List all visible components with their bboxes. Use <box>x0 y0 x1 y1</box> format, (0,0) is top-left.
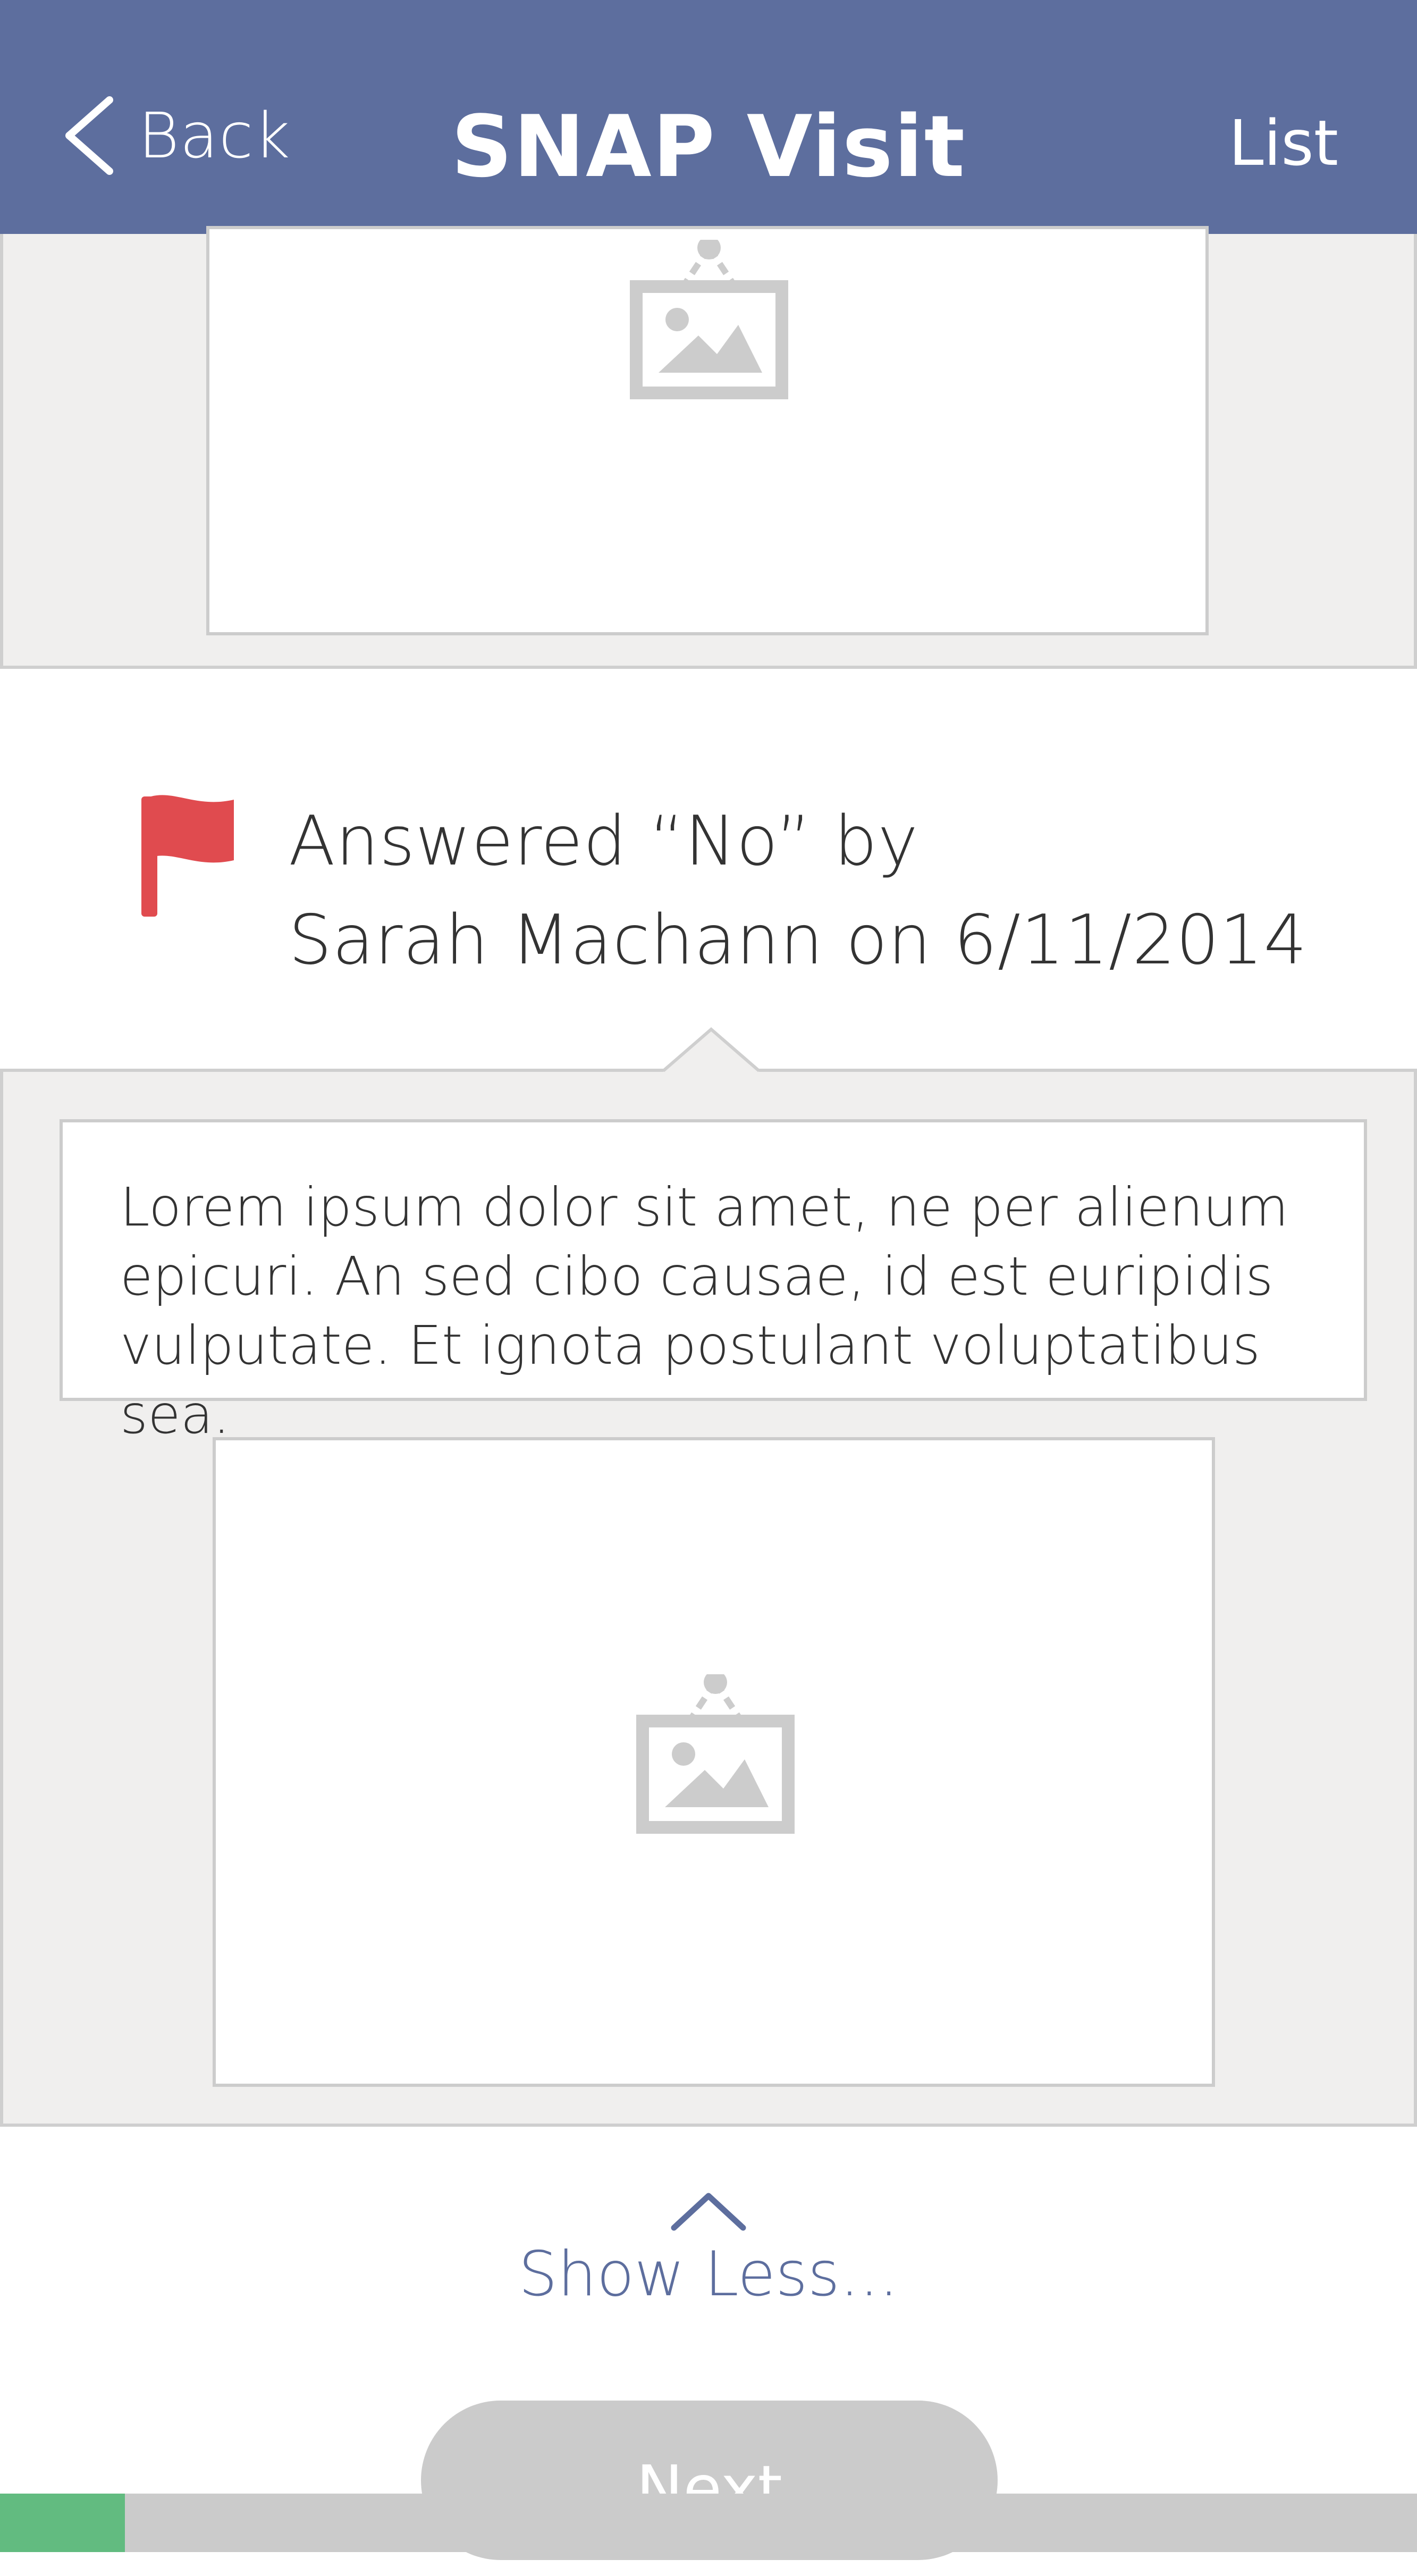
card-pointer <box>663 1027 759 1072</box>
photo-placeholder-top[interactable] <box>206 226 1209 635</box>
image-placeholder-icon <box>630 240 788 399</box>
page-title: SNAP Visit <box>451 97 966 196</box>
answer-text: Answered “No” by Sarah Machann on 6/11/2… <box>289 792 1308 990</box>
answer-line-2: Sarah Machann on 6/11/2014 <box>289 901 1308 980</box>
show-less-button[interactable]: Show Less... <box>0 2191 1417 2310</box>
list-button[interactable]: List <box>1229 106 1338 180</box>
answer-status: Answered “No” by Sarah Machann on 6/11/2… <box>138 792 1361 980</box>
progress-fill <box>0 2494 125 2552</box>
answer-line-1: Answered “No” by <box>289 802 919 881</box>
comment-text: Lorem ipsum dolor sit amet, ne per alien… <box>60 1119 1367 1446</box>
chevron-up-icon <box>671 2193 746 2231</box>
progress-bar <box>0 2494 1417 2552</box>
top-nav-bar: Back SNAP Visit List <box>0 0 1417 234</box>
show-less-label: Show Less... <box>518 2238 899 2310</box>
photo-placeholder-bottom[interactable] <box>213 1437 1215 2087</box>
image-placeholder-icon <box>636 1674 795 1834</box>
flag-icon <box>141 795 234 917</box>
